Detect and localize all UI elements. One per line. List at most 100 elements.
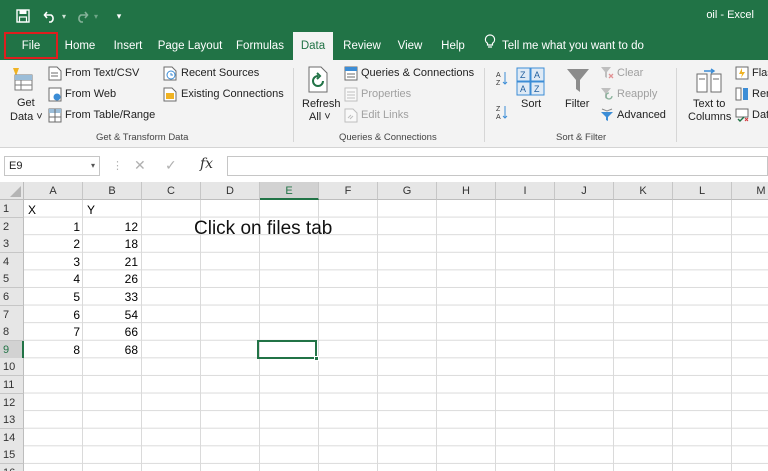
cell-B6[interactable]: 33: [86, 289, 138, 306]
ribbon-tabs: File Home Insert Page Layout Formulas Da…: [0, 32, 768, 60]
cell-B8[interactable]: 66: [86, 324, 138, 341]
undo-dropdown-icon[interactable]: ▾: [60, 7, 68, 25]
cell-B3[interactable]: 18: [86, 236, 138, 253]
refresh-all-label-2: All ˅: [309, 111, 331, 123]
column-header-G[interactable]: G: [378, 182, 437, 200]
redo-dropdown-icon[interactable]: ▾: [92, 7, 100, 25]
cell-A2[interactable]: 1: [28, 219, 80, 236]
lightbulb-icon: [484, 32, 496, 60]
column-header-K[interactable]: K: [614, 182, 673, 200]
cell-B9[interactable]: 68: [86, 342, 138, 359]
row-header-2[interactable]: 2: [0, 217, 24, 236]
cell-A4[interactable]: 3: [28, 254, 80, 271]
name-box[interactable]: E9 ▾: [4, 156, 100, 176]
svg-text:Z: Z: [520, 70, 526, 80]
customize-qat-icon[interactable]: ▾: [114, 7, 124, 25]
row-header-6[interactable]: 6: [0, 288, 24, 306]
column-header-D[interactable]: D: [201, 182, 260, 200]
window-title: oil - Excel: [706, 9, 754, 21]
row-header-12[interactable]: 12: [0, 393, 24, 412]
tell-me-box[interactable]: Tell me what you want to do: [484, 32, 644, 60]
insert-function-icon[interactable]: fx: [200, 156, 213, 172]
column-header-B[interactable]: B: [83, 182, 142, 200]
column-header-C[interactable]: C: [142, 182, 201, 200]
save-icon[interactable]: [14, 7, 32, 25]
tab-help[interactable]: Help: [436, 32, 470, 60]
row-header-4[interactable]: 4: [0, 252, 24, 271]
tab-home[interactable]: Home: [60, 32, 100, 60]
cell-B2[interactable]: 12: [86, 219, 138, 236]
column-header-L[interactable]: L: [673, 182, 732, 200]
tab-page-layout[interactable]: Page Layout: [155, 32, 225, 60]
redo-icon[interactable]: [74, 7, 90, 25]
file-tab-highlight: [4, 32, 58, 59]
text-file-icon: [48, 66, 62, 86]
row-header-8[interactable]: 8: [0, 323, 24, 342]
text-to-columns-label-2: Columns: [688, 111, 732, 123]
refresh-all-label: Refresh: [302, 98, 341, 110]
row-header-16[interactable]: 16: [0, 464, 24, 471]
row-header-15[interactable]: 15: [0, 446, 24, 465]
row-header-3[interactable]: 3: [0, 235, 24, 254]
selected-cell-E9[interactable]: [257, 340, 317, 359]
column-header-H[interactable]: H: [437, 182, 496, 200]
undo-icon[interactable]: [42, 7, 58, 25]
tab-insert[interactable]: Insert: [107, 32, 149, 60]
from-web-label: From Web: [65, 88, 117, 100]
cell-A7[interactable]: 6: [28, 307, 80, 324]
row-header-7[interactable]: 7: [0, 305, 24, 324]
advanced-label: Advanced: [617, 109, 666, 121]
reapply-icon: [600, 87, 614, 106]
row-header-11[interactable]: 11: [0, 376, 24, 394]
cell-A9[interactable]: 8: [28, 342, 80, 359]
column-header-M[interactable]: M: [732, 182, 768, 200]
row-header-5[interactable]: 5: [0, 270, 24, 289]
more-options-icon: ⋮: [112, 160, 123, 172]
row-header-14[interactable]: 14: [0, 428, 24, 447]
cell-B7[interactable]: 54: [86, 307, 138, 324]
cell-A1[interactable]: X: [28, 202, 36, 219]
select-all-corner[interactable]: [0, 182, 24, 200]
cell-A6[interactable]: 5: [28, 289, 80, 306]
tab-data[interactable]: Data: [293, 32, 333, 60]
column-header-J[interactable]: J: [555, 182, 614, 200]
data-validation-icon: [735, 108, 749, 127]
cell-A3[interactable]: 2: [28, 236, 80, 253]
row-header-13[interactable]: 13: [0, 411, 24, 430]
remove-duplicates-icon: [735, 87, 749, 106]
filter-label: Filter: [565, 98, 590, 110]
cell-A8[interactable]: 7: [28, 324, 80, 341]
cell-B1[interactable]: Y: [87, 202, 95, 219]
row-header-9[interactable]: 9: [0, 340, 24, 359]
name-box-dropdown-icon[interactable]: ▾: [91, 157, 95, 175]
from-text-csv-label: From Text/CSV: [65, 67, 140, 79]
enter-icon[interactable]: ✓: [165, 157, 177, 174]
tab-view[interactable]: View: [392, 32, 428, 60]
flash-fill-label: Flas: [752, 67, 768, 79]
recent-sources-label: Recent Sources: [181, 67, 260, 79]
cell-A5[interactable]: 4: [28, 271, 80, 288]
web-page-icon: [48, 87, 62, 107]
group-separator: [676, 68, 677, 142]
row-header-1[interactable]: 1: [0, 200, 24, 218]
cell-B5[interactable]: 26: [86, 271, 138, 288]
tab-formulas[interactable]: Formulas: [232, 32, 288, 60]
cell-B4[interactable]: 21: [86, 254, 138, 271]
column-header-E[interactable]: E: [260, 182, 319, 200]
group-label-get-transform: Get & Transform Data: [96, 132, 189, 143]
fill-handle[interactable]: [314, 356, 319, 361]
cancel-icon[interactable]: ✕: [134, 157, 146, 174]
existing-connections-icon: [163, 87, 177, 107]
formula-bar: E9 ▾ ⋮ ✕ ✓ fx: [0, 148, 768, 182]
svg-text:A: A: [496, 72, 501, 79]
tab-review[interactable]: Review: [339, 32, 385, 60]
sort-ascending-icon: AZ: [496, 70, 508, 91]
column-header-F[interactable]: F: [319, 182, 378, 200]
row-header-10[interactable]: 10: [0, 358, 24, 377]
group-label-queries: Queries & Connections: [339, 132, 437, 143]
column-header-A[interactable]: A: [24, 182, 83, 200]
formula-input[interactable]: [227, 156, 768, 176]
clear-label: Clear: [617, 67, 644, 79]
column-header-I[interactable]: I: [496, 182, 555, 200]
sort-label: Sort: [521, 98, 542, 110]
